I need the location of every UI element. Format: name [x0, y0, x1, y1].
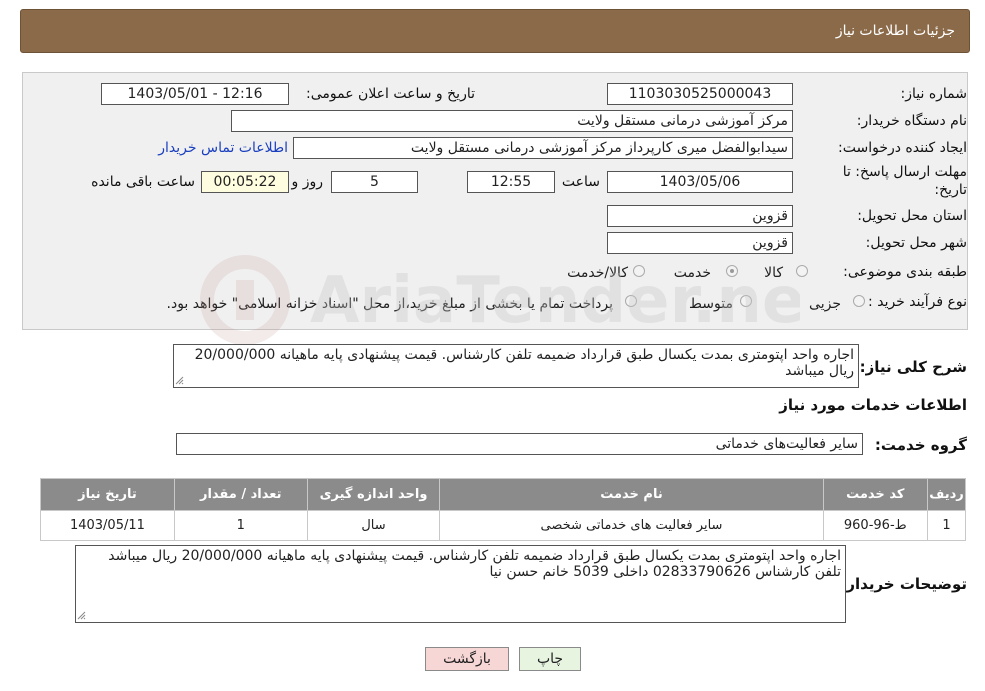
services-table-header: ردیف کد خدمت نام خدمت واحد اندازه گیری ت… [40, 478, 967, 511]
category-label: طبقه بندی موضوعی: [843, 264, 967, 280]
requester-field: سیدابوالفضل میری کارپرداز مرکز آموزشی در… [293, 137, 793, 159]
announce-date-field: 1403/05/01 - 12:16 [101, 83, 289, 105]
buyer-org-field: مرکز آموزشی درمانی مستقل ولایت [231, 110, 793, 132]
requester-label: ایجاد کننده درخواست: [838, 140, 967, 156]
process-radio-medium[interactable] [740, 295, 752, 307]
resize-grip-icon[interactable] [175, 376, 184, 385]
category-radio-goods-service[interactable] [633, 265, 645, 277]
province-label: استان محل تحویل: [857, 208, 967, 224]
print-button[interactable]: چاپ [519, 647, 581, 671]
summary-label: شرح کلی نیاز: [859, 358, 967, 376]
category-option-goods-service: کالا/خدمت [567, 265, 628, 281]
city-label: شهر محل تحویل: [865, 235, 967, 251]
process-option-medium: متوسط [689, 296, 733, 312]
buyer-contact-link[interactable]: اطلاعات تماس خریدار [158, 140, 288, 156]
category-radio-goods[interactable] [796, 265, 808, 277]
buyer-notes-label: توضیحات خریدار: [840, 575, 967, 593]
cell-unit: سال [306, 510, 441, 541]
summary-textarea[interactable]: اجاره واحد اپتومتری بمدت یکسال طبق قرارد… [173, 344, 859, 388]
days-label: روز و [291, 174, 324, 190]
services-section-title: اطلاعات خدمات مورد نیاز [779, 396, 967, 414]
need-number-field: 1103030525000043 [607, 83, 793, 105]
remaining-time-label: ساعت باقی مانده [91, 174, 195, 190]
resize-grip-icon[interactable] [77, 611, 86, 620]
process-option-minor: جزیی [809, 296, 841, 312]
col-service-code: کد خدمت [822, 478, 928, 511]
cell-need-date: 1403/05/11 [40, 510, 175, 541]
cell-row-number: 1 [926, 510, 967, 541]
category-option-service: خدمت [673, 265, 711, 281]
buyer-notes-text: اجاره واحد اپتومتری بمدت یکسال طبق قرارد… [108, 548, 841, 580]
deadline-label-date: تاریخ: [934, 182, 967, 198]
summary-text: اجاره واحد اپتومتری بمدت یکسال طبق قرارد… [194, 347, 854, 379]
page-title: جزئیات اطلاعات نیاز [835, 23, 955, 39]
cell-service-code: ط-96-960 [822, 510, 928, 541]
category-option-goods: کالا [764, 265, 783, 281]
cell-service-name: سایر فعالیت های خدماتی شخصی [439, 510, 824, 541]
service-group-field: سایر فعالیت‌های خدماتی [176, 433, 863, 455]
deadline-time-label: ساعت [561, 174, 600, 190]
remaining-time-field: 00:05:22 [201, 171, 289, 193]
remaining-days-field: 5 [331, 171, 418, 193]
need-number-label: شماره نیاز: [900, 86, 968, 102]
process-type-label: نوع فرآیند خرید : [868, 294, 967, 310]
deadline-time-field: 12:55 [467, 171, 555, 193]
announce-date-label: تاریخ و ساعت اعلان عمومی: [306, 86, 475, 102]
treasury-payment-note: پرداخت تمام یا بخشی از مبلغ خرید،از محل … [166, 296, 613, 312]
category-radio-service[interactable] [726, 265, 738, 277]
table-row: 1 ط-96-960 سایر فعالیت های خدماتی شخصی س… [40, 510, 967, 541]
deadline-label: مهلت ارسال پاسخ: تا [842, 164, 967, 180]
col-service-name: نام خدمت [439, 478, 824, 511]
col-row-number: ردیف [926, 478, 967, 511]
col-need-date: تاریخ نیاز [40, 478, 175, 511]
province-field: قزوین [607, 205, 793, 227]
col-unit: واحد اندازه گیری [306, 478, 441, 511]
city-field: قزوین [607, 232, 793, 254]
process-radio-minor[interactable] [853, 295, 865, 307]
service-group-label: گروه خدمت: [874, 436, 967, 454]
back-button[interactable]: بازگشت [425, 647, 509, 671]
cell-quantity: 1 [173, 510, 308, 541]
services-table: ردیف کد خدمت نام خدمت واحد اندازه گیری ت… [40, 478, 967, 541]
deadline-date-field: 1403/05/06 [607, 171, 793, 193]
col-quantity: تعداد / مقدار [173, 478, 308, 511]
buyer-notes-textarea[interactable]: اجاره واحد اپتومتری بمدت یکسال طبق قرارد… [75, 545, 846, 623]
page-header: جزئیات اطلاعات نیاز [20, 9, 970, 53]
buyer-org-label: نام دستگاه خریدار: [856, 113, 967, 129]
treasury-payment-checkbox[interactable] [625, 295, 637, 307]
